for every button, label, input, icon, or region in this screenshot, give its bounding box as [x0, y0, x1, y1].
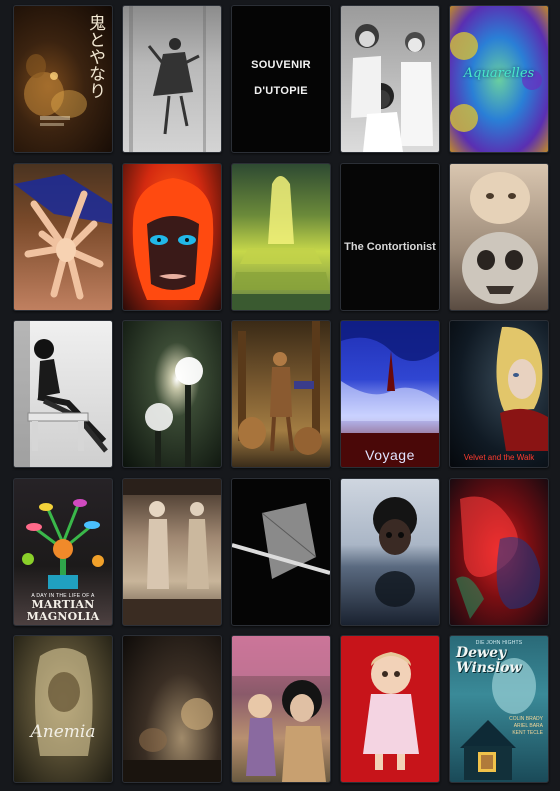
poster-art [232, 176, 330, 310]
poster-anemia[interactable]: Anemia [13, 635, 113, 783]
poster-art [14, 174, 112, 300]
cast-name: COLIN BRADY [509, 716, 543, 722]
poster-title: 鬼とやなり [85, 14, 105, 99]
poster-title: Anemia [30, 722, 96, 742]
poster-martian-magnolia[interactable]: A DAY IN THE LIFE OF A MARTIAN MAGNOLIA [13, 478, 113, 626]
poster-art [373, 497, 417, 607]
poster-bw-dancer[interactable] [122, 5, 222, 153]
poster-velvet-and-the-walk[interactable]: Velvet and the Walk [449, 320, 549, 468]
poster-red-doll[interactable] [340, 635, 440, 783]
poster-title-line-1: SOUVENIR [251, 59, 311, 71]
poster-girls-photo[interactable] [340, 5, 440, 153]
poster-voyage[interactable]: Voyage [340, 320, 440, 468]
cast-name: ARIEL BARA [513, 723, 543, 729]
poster-the-contortionist[interactable]: The Contortionist [340, 163, 440, 311]
poster-art [363, 652, 419, 770]
poster-title: Dewey Winslow [456, 645, 522, 676]
poster-art [232, 636, 330, 782]
poster-title-line-2: D'UTOPIE [254, 85, 308, 97]
poster-fountain[interactable] [231, 163, 331, 311]
poster-art [351, 24, 433, 152]
poster-title-line-2: Winslow [456, 660, 522, 676]
poster-doll-mask[interactable] [449, 163, 549, 311]
poster-street-lamps[interactable] [122, 320, 222, 468]
poster-aquarelles[interactable]: Aquarelles [449, 5, 549, 153]
poster-art [462, 172, 538, 304]
cast-name: KENT TECLE [512, 730, 543, 736]
poster-children-and-dolls[interactable] [231, 635, 331, 783]
poster-art [132, 178, 214, 300]
poster-dark-scene[interactable] [122, 635, 222, 783]
poster-art [123, 698, 221, 782]
poster-art [129, 6, 206, 152]
poster-art [496, 326, 548, 451]
poster-art [123, 479, 221, 625]
poster-art [238, 321, 322, 455]
poster-cast-list: COLIN BRADY ARIEL BARA KENT TECLE [509, 716, 543, 737]
poster-title: Aquarelles [463, 66, 535, 81]
poster-art [14, 321, 108, 467]
poster-souvenir-d-utopie[interactable]: SOUVENIR D'UTOPIE [231, 5, 331, 153]
poster-title: The Contortionist [344, 241, 436, 253]
poster-art [232, 503, 330, 579]
poster-art [456, 496, 541, 619]
poster-dewey-winslow[interactable]: DIE JOHN HIGHTS Dewey Winslow COLIN BRAD… [449, 635, 549, 783]
poster-title: SOUVENIR D'UTOPIE [232, 52, 330, 104]
poster-doll-reflection[interactable] [340, 478, 440, 626]
poster-title: MARTIAN MAGNOLIA [14, 599, 112, 623]
poster-red-hair-face[interactable] [122, 163, 222, 311]
poster-art [145, 357, 203, 467]
poster-grid: 鬼とやなり SOUVENIR D'UTOPIE Aquarelles The C… [0, 0, 560, 791]
poster-art [35, 648, 93, 756]
poster-title: Voyage [365, 447, 415, 463]
poster-oni-to-yanari[interactable]: 鬼とやなり [13, 5, 113, 153]
poster-doll-limbs[interactable] [13, 163, 113, 311]
poster-title-line-1: Dewey [456, 645, 507, 661]
poster-title-line-2: MAGNOLIA [26, 610, 100, 623]
poster-title: Velvet and the Walk [463, 453, 535, 462]
poster-statues[interactable] [122, 478, 222, 626]
poster-native-painting[interactable] [231, 320, 331, 468]
poster-kite-shape[interactable] [231, 478, 331, 626]
poster-art [341, 321, 439, 467]
poster-red-abstract[interactable] [449, 478, 549, 626]
poster-pinup[interactable] [13, 320, 113, 468]
